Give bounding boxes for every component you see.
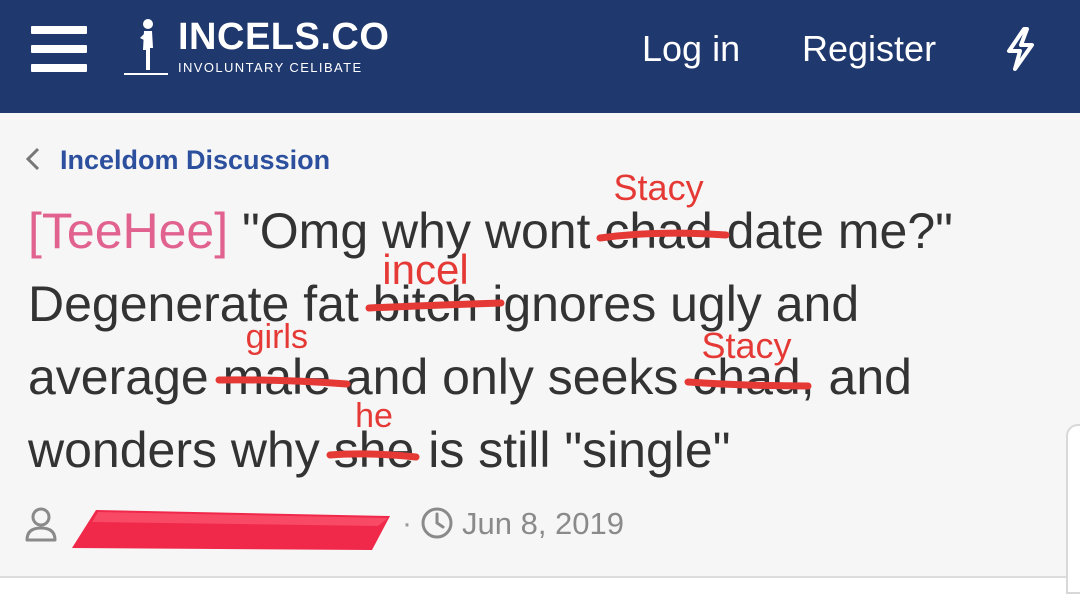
thread-meta: · Jun 8, 2019 xyxy=(24,502,724,550)
thread-title-line-4: wonders why she he is still "single" xyxy=(28,399,731,481)
thread-title-line-1: [TeeHee] "Omg why wont chad Stacy date m… xyxy=(28,170,953,262)
red-strikethrough-mark xyxy=(684,378,812,390)
title-text: average xyxy=(28,349,223,405)
title-text: ignores ugly and xyxy=(478,276,860,332)
logo-subtitle: INVOLUNTARY CELIBATE xyxy=(178,60,363,75)
struck-word: chad Stacy xyxy=(684,328,812,408)
thread-title-line-3: average male girls and only seeks chad S… xyxy=(28,320,912,408)
meta-separator: · xyxy=(402,507,412,540)
site-header: INCELS.CO INVOLUNTARY CELIBATE Log in Re… xyxy=(0,0,1080,113)
logo-title[interactable]: INCELS.CO xyxy=(178,14,389,60)
struck-word: male girls xyxy=(215,320,351,408)
red-strikethrough-mark xyxy=(596,229,730,242)
title-text: Degenerate fat xyxy=(28,276,373,332)
red-strikethrough-mark xyxy=(326,450,420,461)
register-link[interactable]: Register xyxy=(802,26,936,72)
title-text: is still "single" xyxy=(414,422,731,478)
hamburger-menu-icon[interactable] xyxy=(31,26,87,72)
title-text: date me?" xyxy=(712,203,953,259)
red-strikethrough-mark xyxy=(215,376,351,388)
red-strikethrough-mark xyxy=(365,299,505,312)
logo-figure-icon[interactable] xyxy=(122,18,170,78)
redaction-mark xyxy=(72,510,390,550)
title-text: , and xyxy=(800,349,912,405)
scroll-edge xyxy=(1066,424,1080,594)
post-date-link[interactable]: Jun 8, 2019 xyxy=(462,504,624,544)
chevron-left-icon xyxy=(25,147,40,171)
page-body xyxy=(0,578,1080,594)
clock-icon xyxy=(421,507,453,539)
user-icon xyxy=(25,507,57,542)
struck-word: chad Stacy xyxy=(596,170,730,262)
struck-word: she he xyxy=(326,399,420,481)
title-text: wonders why xyxy=(28,422,334,478)
login-link[interactable]: Log in xyxy=(642,26,740,72)
lightning-bolt-icon[interactable] xyxy=(1000,26,1040,72)
struck-word: bitch incel xyxy=(365,249,505,335)
thread-prefix-label[interactable]: [TeeHee] xyxy=(28,203,228,259)
breadcrumb-forum-link[interactable]: Inceldom Discussion xyxy=(60,143,330,177)
